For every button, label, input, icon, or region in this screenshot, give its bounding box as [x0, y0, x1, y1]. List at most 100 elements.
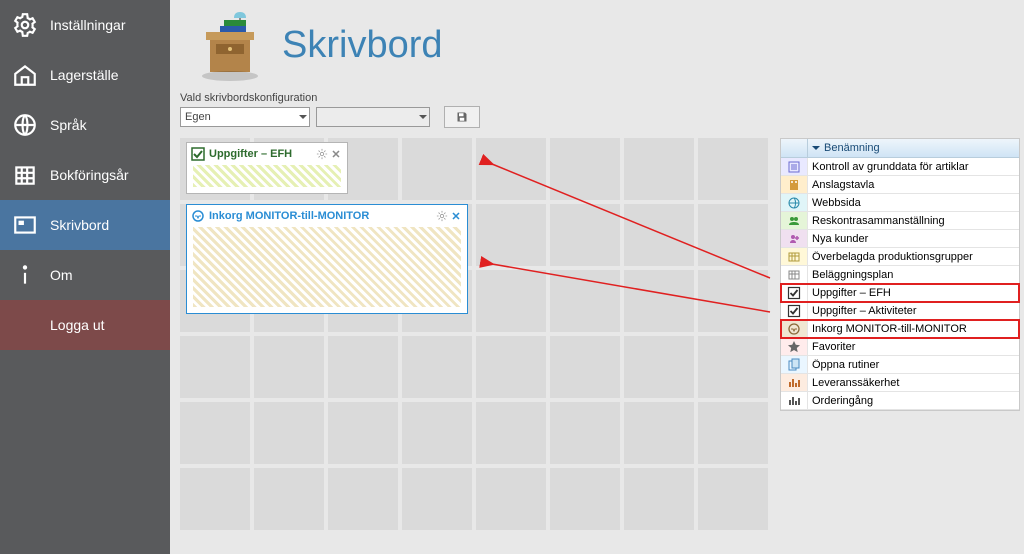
- config-controls: Egen: [180, 106, 1004, 128]
- list-header-label: Benämning: [824, 142, 880, 154]
- widget-efh[interactable]: Uppgifter – EFH ✕: [186, 142, 348, 194]
- list-header[interactable]: Benämning: [781, 139, 1019, 158]
- nav-label: Språk: [50, 117, 87, 133]
- info-icon: [12, 262, 38, 288]
- dashboard-icon: [12, 212, 38, 238]
- list-header-name-col[interactable]: Benämning: [808, 142, 1019, 154]
- sort-caret-icon: [812, 146, 820, 150]
- page-header: Skrivbord: [170, 0, 1024, 92]
- nav-label: Skrivbord: [50, 217, 109, 233]
- checkbox-icon: [191, 147, 205, 161]
- list-item-icon: [781, 392, 808, 409]
- globe-icon: [12, 112, 38, 138]
- list-item[interactable]: Anslagstavla: [781, 176, 1019, 194]
- list-item-label: Webbsida: [808, 197, 1019, 209]
- widget-close-icon[interactable]: ✕: [449, 209, 463, 223]
- widget-body: [193, 227, 461, 307]
- config-label: Vald skrivbordskonfiguration: [180, 92, 1004, 104]
- main-area: Skrivbord Vald skrivbordskonfiguration E…: [170, 0, 1024, 554]
- nav-language[interactable]: Språk: [0, 100, 170, 150]
- config-select-secondary[interactable]: [316, 107, 430, 127]
- widget-inkorg[interactable]: Inkorg MONITOR-till-MONITOR ✕: [186, 204, 468, 314]
- list-item[interactable]: Webbsida: [781, 194, 1019, 212]
- list-item-icon: [781, 212, 808, 229]
- list-item-label: Reskontrasammanställning: [808, 215, 1019, 227]
- nav-warehouse[interactable]: Lagerställe: [0, 50, 170, 100]
- list-item[interactable]: Orderingång: [781, 392, 1019, 410]
- chevron-down-icon: [419, 115, 427, 119]
- list-header-icon-col: [781, 139, 808, 157]
- list-item-label: Uppgifter – Aktiviteter: [808, 305, 1019, 317]
- nav-fiscalyear[interactable]: Bokföringsår: [0, 150, 170, 200]
- list-item-label: Öppna rutiner: [808, 359, 1019, 371]
- list-item-label: Beläggningsplan: [808, 269, 1019, 281]
- list-body: Kontroll av grunddata för artiklar Anslag…: [781, 158, 1019, 410]
- widget-list-panel: Benämning Kontroll av grunddata för arti…: [780, 138, 1020, 411]
- chevron-down-icon: [299, 115, 307, 119]
- config-section: Vald skrivbordskonfiguration Egen: [170, 92, 1024, 134]
- list-item-label: Favoriter: [808, 341, 1019, 353]
- nav-label: Logga ut: [50, 317, 105, 333]
- inbox-icon: [191, 209, 205, 223]
- sidebar: Inställningar Lagerställe Språk Bokförin…: [0, 0, 170, 554]
- list-item[interactable]: Uppgifter – EFH: [781, 284, 1019, 302]
- list-item-icon: [781, 302, 808, 319]
- list-item-label: Leveranssäkerhet: [808, 377, 1019, 389]
- save-icon: [456, 111, 468, 123]
- nav-label: Inställningar: [50, 17, 126, 33]
- list-item-icon: [781, 158, 808, 175]
- list-item-label: Överbelagda produktionsgrupper: [808, 251, 1019, 263]
- list-item[interactable]: Nya kunder: [781, 230, 1019, 248]
- list-item-icon: [781, 284, 808, 301]
- gear-icon: [12, 12, 38, 38]
- home-icon: [12, 62, 38, 88]
- list-item[interactable]: Uppgifter – Aktiviteter: [781, 302, 1019, 320]
- list-item-icon: [781, 248, 808, 265]
- widget-header: Inkorg MONITOR-till-MONITOR ✕: [187, 205, 467, 227]
- nav-settings[interactable]: Inställningar: [0, 0, 170, 50]
- grid-area: Uppgifter – EFH ✕ Inkorg MONITOR-: [170, 134, 780, 554]
- save-button[interactable]: [444, 106, 480, 128]
- list-item-icon: [781, 266, 808, 283]
- list-item-icon: [781, 230, 808, 247]
- config-select[interactable]: Egen: [180, 107, 310, 127]
- list-item-label: Anslagstavla: [808, 179, 1019, 191]
- list-item-icon: [781, 374, 808, 391]
- list-item-icon: [781, 320, 808, 337]
- widget-body: [193, 165, 341, 187]
- list-item-icon: [781, 356, 808, 373]
- widget-title: Inkorg MONITOR-till-MONITOR: [209, 210, 435, 222]
- nav-label: Lagerställe: [50, 67, 119, 83]
- nav-desktop[interactable]: Skrivbord: [0, 200, 170, 250]
- nav-label: Om: [50, 267, 73, 283]
- widget-title: Uppgifter – EFH: [209, 148, 315, 160]
- list-item-label: Kontroll av grunddata för artiklar: [808, 161, 1019, 173]
- list-item[interactable]: Öppna rutiner: [781, 356, 1019, 374]
- list-item-label: Nya kunder: [808, 233, 1019, 245]
- drop-grid[interactable]: [180, 138, 768, 530]
- list-item[interactable]: Kontroll av grunddata för artiklar: [781, 158, 1019, 176]
- list-item-icon: [781, 176, 808, 193]
- list-item[interactable]: Reskontrasammanställning: [781, 212, 1019, 230]
- calendar-grid-icon: [12, 162, 38, 188]
- widget-close-icon[interactable]: ✕: [329, 147, 343, 161]
- list-item[interactable]: Favoriter: [781, 338, 1019, 356]
- widget-gear-icon[interactable]: [315, 147, 329, 161]
- widget-header: Uppgifter – EFH ✕: [187, 143, 347, 165]
- list-item[interactable]: Beläggningsplan: [781, 266, 1019, 284]
- nav-logout[interactable]: Logga ut: [0, 300, 170, 350]
- list-item-label: Uppgifter – EFH: [808, 287, 1019, 299]
- list-item[interactable]: Överbelagda produktionsgrupper: [781, 248, 1019, 266]
- list-item-icon: [781, 338, 808, 355]
- blank-icon: [12, 312, 38, 338]
- nav-label: Bokföringsår: [50, 167, 129, 183]
- list-item-icon: [781, 194, 808, 211]
- list-item[interactable]: Inkorg MONITOR-till-MONITOR: [781, 320, 1019, 338]
- nav-about[interactable]: Om: [0, 250, 170, 300]
- list-item-label: Inkorg MONITOR-till-MONITOR: [808, 323, 1019, 335]
- workspace: Uppgifter – EFH ✕ Inkorg MONITOR-: [170, 134, 1024, 554]
- list-item-label: Orderingång: [808, 395, 1019, 407]
- widget-gear-icon[interactable]: [435, 209, 449, 223]
- config-selected: Egen: [185, 111, 211, 123]
- list-item[interactable]: Leveranssäkerhet: [781, 374, 1019, 392]
